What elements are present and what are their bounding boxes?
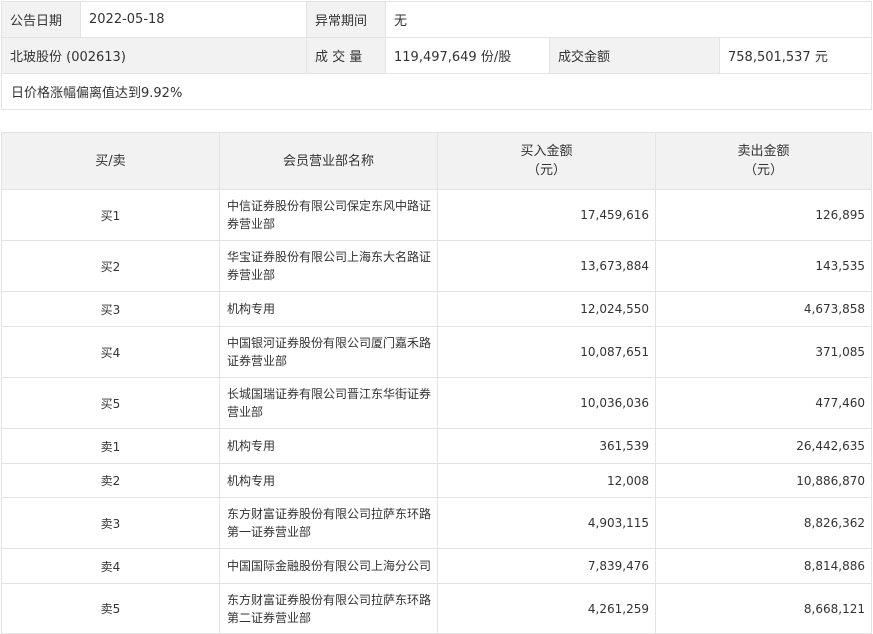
date-label: 公告日期 xyxy=(1,1,81,38)
row-buy: 4,261,259 xyxy=(437,583,656,634)
row-dept: 东方财富证券股份有限公司拉萨东环路第一证券营业部 xyxy=(219,497,438,549)
table-row: 卖2 机构专用 12,008 10,886,870 xyxy=(1,463,872,498)
table-row: 买1 中信证券股份有限公司保定东风中路证券营业部 17,459,616 126,… xyxy=(1,189,872,241)
row-dept: 中国国际金融股份有限公司上海分公司 xyxy=(219,548,438,584)
table-row: 卖1 机构专用 361,539 26,442,635 xyxy=(1,428,872,464)
header-sell-title: 卖出金额 xyxy=(737,144,790,159)
row-sell: 26,442,635 xyxy=(655,428,872,464)
row-buy: 10,036,036 xyxy=(437,377,656,429)
row-sell: 4,673,858 xyxy=(655,291,872,327)
header-side: 买/卖 xyxy=(1,132,220,190)
trade-table-header: 买/卖 会员营业部名称 买入金额 （元） 卖出金额 （元） xyxy=(1,132,872,190)
row-sell: 371,085 xyxy=(655,326,872,378)
row-side: 买3 xyxy=(1,291,220,327)
volume-label: 成 交 量 xyxy=(306,37,386,74)
header-buy-title: 买入金额 xyxy=(520,144,573,159)
row-sell: 10,886,870 xyxy=(655,463,872,498)
abnormal-label: 异常期间 xyxy=(306,1,386,38)
summary-table: 公告日期 2022-05-18 异常期间 无 北玻股份 (002613) 成 交… xyxy=(0,1,873,110)
row-buy: 361,539 xyxy=(437,428,656,464)
summary-row-trade: 北玻股份 (002613) 成 交 量 119,497,649 份/股 成交金额… xyxy=(1,37,873,74)
abnormal-value: 无 xyxy=(384,1,873,38)
row-buy: 10,087,651 xyxy=(437,326,656,378)
row-side: 买4 xyxy=(1,326,220,378)
row-side: 卖1 xyxy=(1,428,220,464)
volume-value: 119,497,649 份/股 xyxy=(385,37,550,74)
row-side: 买5 xyxy=(1,377,220,429)
row-dept: 华宝证券股份有限公司上海东大名路证券营业部 xyxy=(219,240,438,292)
date-value: 2022-05-18 xyxy=(80,1,307,38)
row-side: 卖5 xyxy=(1,583,220,634)
row-dept: 东方财富证券股份有限公司拉萨东环路第二证券营业部 xyxy=(219,583,438,634)
row-side: 卖2 xyxy=(1,463,220,498)
summary-row-date: 公告日期 2022-05-18 异常期间 无 xyxy=(1,1,873,38)
row-side: 买1 xyxy=(1,189,220,241)
row-dept: 中信证券股份有限公司保定东风中路证券营业部 xyxy=(219,189,438,241)
header-buy: 买入金额 （元） xyxy=(437,132,656,190)
table-row: 买5 长城国瑞证券有限公司晋江东华街证券营业部 10,036,036 477,4… xyxy=(1,377,872,429)
row-buy: 12,008 xyxy=(437,463,656,498)
table-row: 买2 华宝证券股份有限公司上海东大名路证券营业部 13,673,884 143,… xyxy=(1,240,872,292)
row-sell: 8,668,121 xyxy=(655,583,872,634)
row-sell: 477,460 xyxy=(655,377,872,429)
row-side: 卖4 xyxy=(1,548,220,584)
row-dept: 中国银河证券股份有限公司厦门嘉禾路证券营业部 xyxy=(219,326,438,378)
trade-table: 买/卖 会员营业部名称 买入金额 （元） 卖出金额 （元） 买1 中信证券股份有… xyxy=(1,132,872,634)
row-side: 买2 xyxy=(1,240,220,292)
amount-label: 成交金额 xyxy=(549,37,720,74)
row-buy: 7,839,476 xyxy=(437,548,656,584)
summary-row-note: 日价格涨幅偏离值达到9.92% xyxy=(0,73,873,110)
row-sell: 126,895 xyxy=(655,189,872,241)
reason-note: 日价格涨幅偏离值达到9.92% xyxy=(0,73,873,110)
header-dept: 会员营业部名称 xyxy=(219,132,438,190)
row-buy: 4,903,115 xyxy=(437,497,656,549)
row-dept: 机构专用 xyxy=(219,428,438,464)
row-sell: 8,814,886 xyxy=(655,548,872,584)
row-buy: 13,673,884 xyxy=(437,240,656,292)
row-dept: 机构专用 xyxy=(219,463,438,498)
table-row: 卖4 中国国际金融股份有限公司上海分公司 7,839,476 8,814,886 xyxy=(1,548,872,584)
row-buy: 17,459,616 xyxy=(437,189,656,241)
table-row: 卖5 东方财富证券股份有限公司拉萨东环路第二证券营业部 4,261,259 8,… xyxy=(1,583,872,634)
header-buy-unit: （元） xyxy=(526,163,566,178)
row-sell: 8,826,362 xyxy=(655,497,872,549)
stock-name: 北玻股份 (002613) xyxy=(1,37,307,74)
row-buy: 12,024,550 xyxy=(437,291,656,327)
row-side: 卖3 xyxy=(1,497,220,549)
row-dept: 机构专用 xyxy=(219,291,438,327)
row-dept: 长城国瑞证券有限公司晋江东华街证券营业部 xyxy=(219,377,438,429)
amount-value: 758,501,537 元 xyxy=(718,37,873,74)
table-row: 买4 中国银河证券股份有限公司厦门嘉禾路证券营业部 10,087,651 371… xyxy=(1,326,872,378)
row-sell: 143,535 xyxy=(655,240,872,292)
header-sell-unit: （元） xyxy=(743,163,783,178)
table-row: 买3 机构专用 12,024,550 4,673,858 xyxy=(1,291,872,327)
header-sell: 卖出金额 （元） xyxy=(655,132,872,190)
table-row: 卖3 东方财富证券股份有限公司拉萨东环路第一证券营业部 4,903,115 8,… xyxy=(1,497,872,549)
